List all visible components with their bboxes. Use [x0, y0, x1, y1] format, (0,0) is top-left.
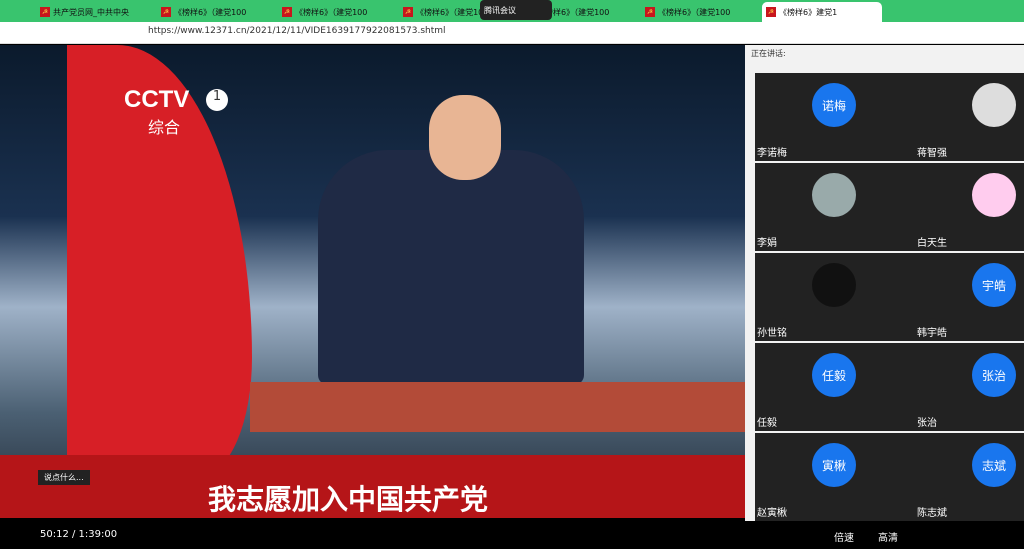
- meeting-badge[interactable]: 腾讯会议: [480, 0, 552, 20]
- party-emblem-icon: ☭: [403, 7, 413, 17]
- participant-tile[interactable]: 诺梅李诺梅: [755, 73, 915, 161]
- participant-tile[interactable]: 李娟: [755, 163, 915, 251]
- avatar: [812, 263, 856, 307]
- speaking-label: 正在讲话:: [751, 49, 786, 58]
- quality-button[interactable]: 高清: [878, 529, 898, 544]
- participant-tile[interactable]: 蒋智强: [915, 73, 1024, 161]
- party-emblem-icon: ☭: [282, 7, 292, 17]
- speaker-head: [429, 95, 501, 180]
- speaker-body: [318, 150, 584, 385]
- tab-3[interactable]: ☭ 《榜样6》（建党100: [278, 2, 390, 22]
- avatar: [972, 173, 1016, 217]
- channel-number: 1: [206, 89, 228, 111]
- tab-label: 《榜样6》建党1: [779, 7, 838, 17]
- participant-tile[interactable]: 寅楸赵寅楸: [755, 433, 915, 521]
- tab-active[interactable]: ☭ 《榜样6》建党1: [762, 2, 882, 22]
- video-controls: 50:12 / 1:39:00 说点什么... 倍速 高清: [0, 470, 1024, 549]
- participant-name: 任毅: [757, 418, 777, 429]
- podium: [250, 382, 745, 432]
- speed-button[interactable]: 倍速: [834, 529, 854, 544]
- avatar: [812, 173, 856, 217]
- party-emblem-icon: ☭: [40, 7, 50, 17]
- avatar: 任毅: [812, 353, 856, 397]
- tab-label: 《榜样6》（建党100: [658, 7, 731, 17]
- video-subtitle: 我志愿加入中国共产党: [208, 483, 489, 516]
- avatar: 志斌: [972, 443, 1016, 487]
- party-emblem-icon: ☭: [766, 7, 776, 17]
- participant-tile[interactable]: 宇皓韩宇皓: [915, 253, 1024, 341]
- tab-label: 共产党员网_中共中央: [53, 7, 129, 17]
- participant-tile[interactable]: 白天生: [915, 163, 1024, 251]
- channel-name: 综合: [148, 118, 181, 137]
- address-bar[interactable]: https://www.12371.cn/2021/12/11/VIDE1639…: [0, 22, 1024, 44]
- tab-bar: ☭ 共产党员网_中共中央 ☭ 《榜样6》（建党100 ☭ 《榜样6》（建党100 ☭ 《…: [0, 0, 1024, 22]
- participant-name: 韩宇皓: [917, 328, 947, 339]
- participant-tile[interactable]: 志斌陈志斌: [915, 433, 1024, 521]
- participant-tile[interactable]: 孙世铭: [755, 253, 915, 341]
- tab-label: 《榜样6》（建党100: [174, 7, 247, 17]
- cctv-logo: CCTV: [124, 86, 190, 113]
- party-emblem-icon: ☭: [161, 7, 171, 17]
- avatar: [972, 83, 1016, 127]
- participant-name: 陈志斌: [917, 508, 947, 519]
- tab-6[interactable]: ☭ 《榜样6》（建党100: [641, 2, 753, 22]
- avatar: 寅楸: [812, 443, 856, 487]
- participant-name: 白天生: [917, 238, 947, 249]
- participant-name: 李娟: [757, 238, 777, 249]
- party-emblem-icon: ☭: [645, 7, 655, 17]
- avatar: 宇皓: [972, 263, 1016, 307]
- avatar: 张治: [972, 353, 1016, 397]
- tab-label: 《榜样6》（建党100: [295, 7, 368, 17]
- tab-1[interactable]: ☭ 共产党员网_中共中央: [36, 2, 148, 22]
- tab-label: 《榜样6》（建党100: [416, 7, 489, 17]
- meeting-badge-label: 腾讯会议: [484, 5, 516, 15]
- participant-tile[interactable]: 任毅 任毅: [755, 343, 915, 431]
- time-display: 50:12 / 1:39:00: [40, 529, 118, 540]
- participant-name: 张治: [917, 418, 937, 429]
- comment-input[interactable]: 说点什么...: [38, 470, 90, 485]
- avatar: 诺梅: [812, 83, 856, 127]
- participant-tile[interactable]: 张治 张治: [915, 343, 1024, 431]
- participant-name: 蒋智强: [917, 148, 947, 159]
- meeting-panel: 正在讲话: 诺梅 李诺梅 蒋智强 李娟 白天生 孙世铭 宇皓 韩宇皓 任毅 任毅 张治…: [745, 45, 1024, 521]
- address-url[interactable]: https://www.12371.cn/2021/12/11/VIDE1639…: [148, 26, 446, 36]
- participant-name: 李诺梅: [757, 148, 787, 159]
- participant-name: 赵寅楸: [757, 508, 787, 519]
- tab-2[interactable]: ☭ 《榜样6》（建党100: [157, 2, 269, 22]
- participant-name: 孙世铭: [757, 328, 787, 339]
